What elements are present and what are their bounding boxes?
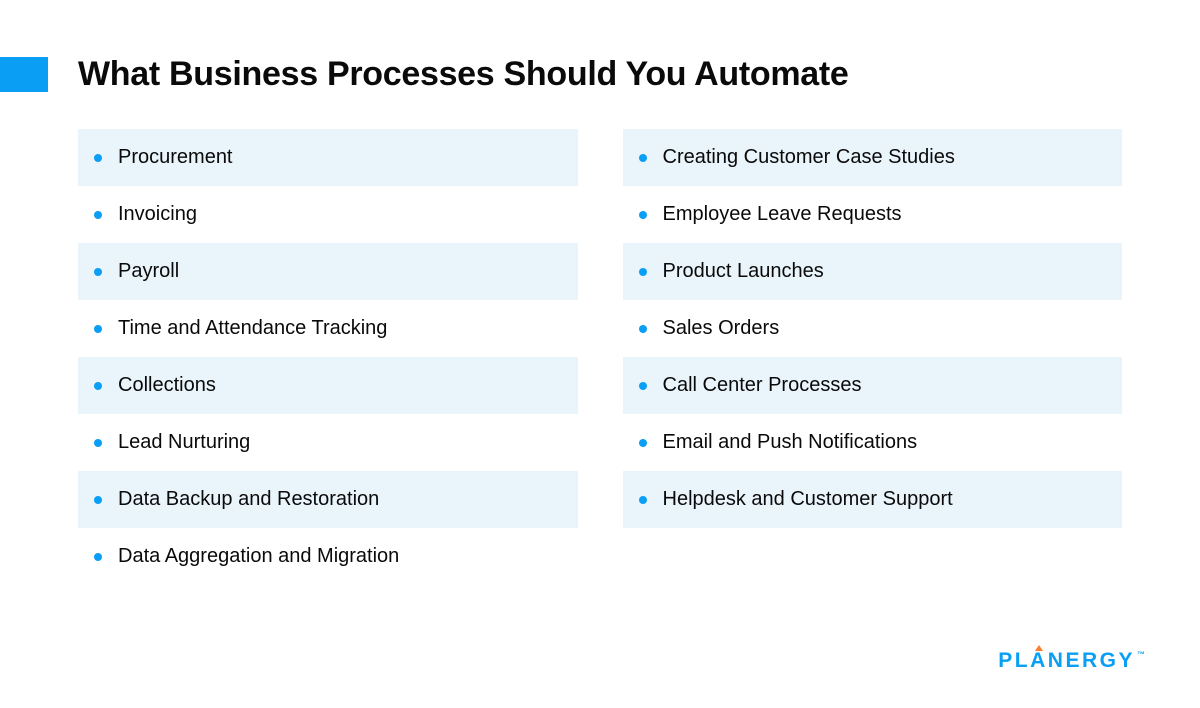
bullet-icon	[639, 268, 647, 276]
bullet-icon	[639, 382, 647, 390]
bullet-icon	[94, 439, 102, 447]
bullet-icon	[639, 439, 647, 447]
list-item: Data Aggregation and Migration	[78, 528, 578, 585]
item-text: Collections	[118, 374, 216, 397]
list-item: Product Launches	[623, 243, 1123, 300]
list-item: Lead Nurturing	[78, 414, 578, 471]
item-text: Sales Orders	[663, 317, 780, 340]
list-container: Procurement Invoicing Payroll Time and A…	[0, 129, 1200, 585]
logo-letter: A	[1030, 649, 1048, 672]
logo-letter: N	[1048, 649, 1066, 673]
logo-letter: P	[998, 649, 1015, 673]
column-left: Procurement Invoicing Payroll Time and A…	[78, 129, 578, 585]
columns: Procurement Invoicing Payroll Time and A…	[78, 129, 1122, 585]
logo-letter: G	[1100, 649, 1119, 673]
item-text: Email and Push Notifications	[663, 431, 918, 454]
list-item: Data Backup and Restoration	[78, 471, 578, 528]
bullet-icon	[94, 325, 102, 333]
logo-letter-accent: A	[1030, 649, 1048, 673]
bullet-icon	[94, 553, 102, 561]
list-item: Collections	[78, 357, 578, 414]
item-text: Helpdesk and Customer Support	[663, 488, 953, 511]
bullet-icon	[639, 325, 647, 333]
item-text: Time and Attendance Tracking	[118, 317, 387, 340]
item-text: Product Launches	[663, 260, 824, 283]
planergy-logo: P L A N E R G Y ™	[998, 649, 1145, 673]
list-item: Time and Attendance Tracking	[78, 300, 578, 357]
bullet-icon	[94, 382, 102, 390]
list-item: Procurement	[78, 129, 578, 186]
item-text: Employee Leave Requests	[663, 203, 902, 226]
logo-letter: Y	[1118, 649, 1135, 673]
list-item: Sales Orders	[623, 300, 1123, 357]
bullet-icon	[94, 154, 102, 162]
accent-box	[0, 57, 48, 92]
list-item: Email and Push Notifications	[623, 414, 1123, 471]
trademark: ™	[1137, 650, 1145, 659]
logo-letter: R	[1082, 649, 1100, 673]
bullet-icon	[639, 211, 647, 219]
bullet-icon	[94, 211, 102, 219]
page-title: What Business Processes Should You Autom…	[78, 55, 849, 94]
item-text: Call Center Processes	[663, 374, 862, 397]
item-text: Payroll	[118, 260, 179, 283]
column-right: Creating Customer Case Studies Employee …	[623, 129, 1123, 585]
list-item: Employee Leave Requests	[623, 186, 1123, 243]
item-text: Creating Customer Case Studies	[663, 146, 955, 169]
accent-triangle-icon	[1035, 645, 1043, 651]
bullet-icon	[639, 496, 647, 504]
bullet-icon	[94, 268, 102, 276]
header: What Business Processes Should You Autom…	[0, 0, 1200, 129]
list-item: Call Center Processes	[623, 357, 1123, 414]
item-text: Invoicing	[118, 203, 197, 226]
item-text: Data Aggregation and Migration	[118, 545, 399, 568]
item-text: Data Backup and Restoration	[118, 488, 379, 511]
list-item: Invoicing	[78, 186, 578, 243]
list-item: Creating Customer Case Studies	[623, 129, 1123, 186]
item-text: Lead Nurturing	[118, 431, 250, 454]
logo-letter: L	[1015, 649, 1030, 673]
bullet-icon	[639, 154, 647, 162]
list-item: Helpdesk and Customer Support	[623, 471, 1123, 528]
item-text: Procurement	[118, 146, 233, 169]
logo-letter: E	[1065, 649, 1082, 673]
list-item: Payroll	[78, 243, 578, 300]
bullet-icon	[94, 496, 102, 504]
